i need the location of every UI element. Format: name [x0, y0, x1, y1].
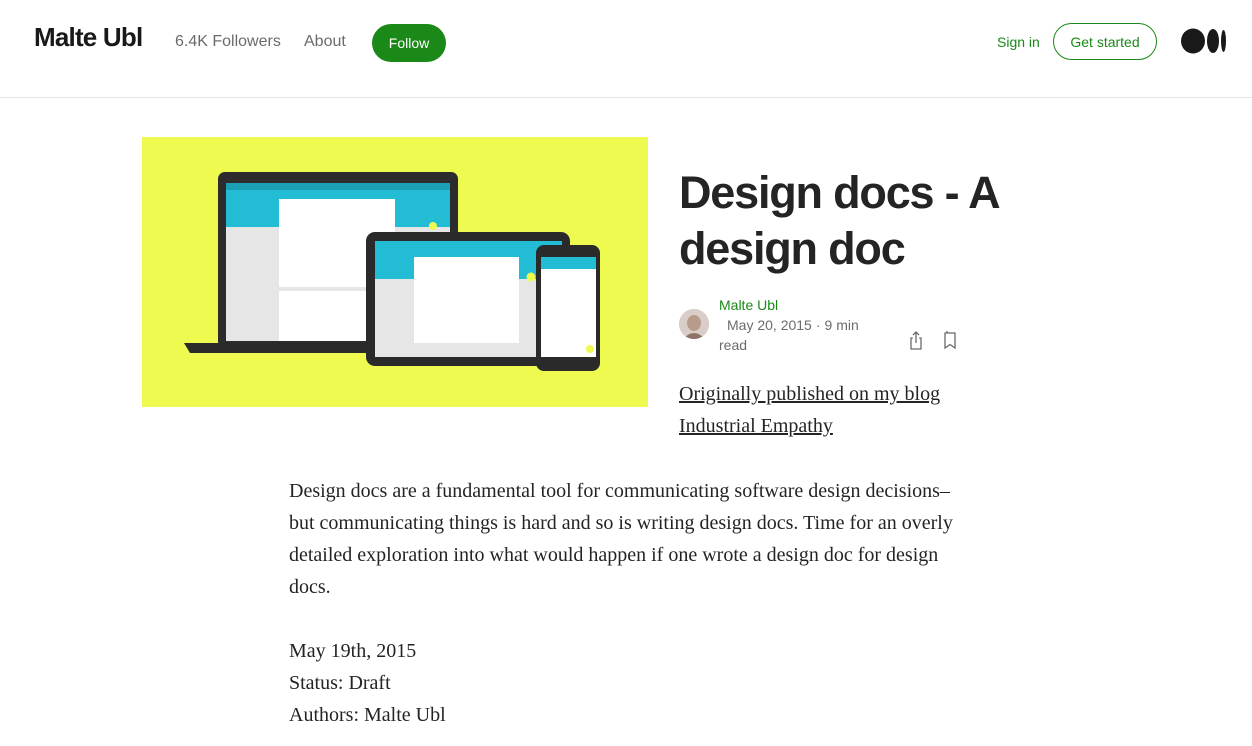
bookmark-icon[interactable]: [938, 329, 962, 353]
about-link[interactable]: About: [304, 33, 346, 51]
original-blog-link[interactable]: Originally published on my blog Industri…: [679, 378, 979, 442]
get-started-button[interactable]: Get started: [1053, 23, 1157, 60]
followers-link[interactable]: 6.4K Followers: [175, 33, 281, 51]
article-title: Design docs - A design doc: [679, 167, 999, 274]
article-body: Design docs are a fundamental tool for c…: [289, 475, 969, 731]
author-name-link[interactable]: Malte Ubl: [719, 297, 778, 313]
meta-separator: ·: [815, 317, 821, 333]
share-icon[interactable]: [904, 329, 928, 353]
sign-in-link[interactable]: Sign in: [997, 34, 1040, 50]
publish-date: May 20, 2015: [727, 317, 812, 333]
follow-button[interactable]: Follow: [372, 24, 446, 62]
doc-status: Status: Draft: [289, 672, 391, 694]
top-navbar: Malte Ubl 6.4K Followers About Follow Si…: [0, 0, 1252, 98]
author-photo: [679, 309, 709, 339]
medium-logo-icon[interactable]: [1181, 28, 1227, 54]
article-meta: May 20, 2015 · 9 min read: [719, 315, 869, 355]
devices-illustration: [184, 172, 600, 371]
doc-date: May 19th, 2015: [289, 640, 417, 662]
publication-name[interactable]: Malte Ubl: [34, 22, 143, 53]
hero-image: [142, 137, 648, 407]
intro-paragraph: Design docs are a fundamental tool for c…: [289, 480, 953, 598]
doc-metadata: May 19th, 2015 Status: Draft Authors: Ma…: [289, 635, 969, 731]
doc-authors: Authors: Malte Ubl: [289, 704, 446, 726]
author-avatar[interactable]: [679, 309, 709, 339]
